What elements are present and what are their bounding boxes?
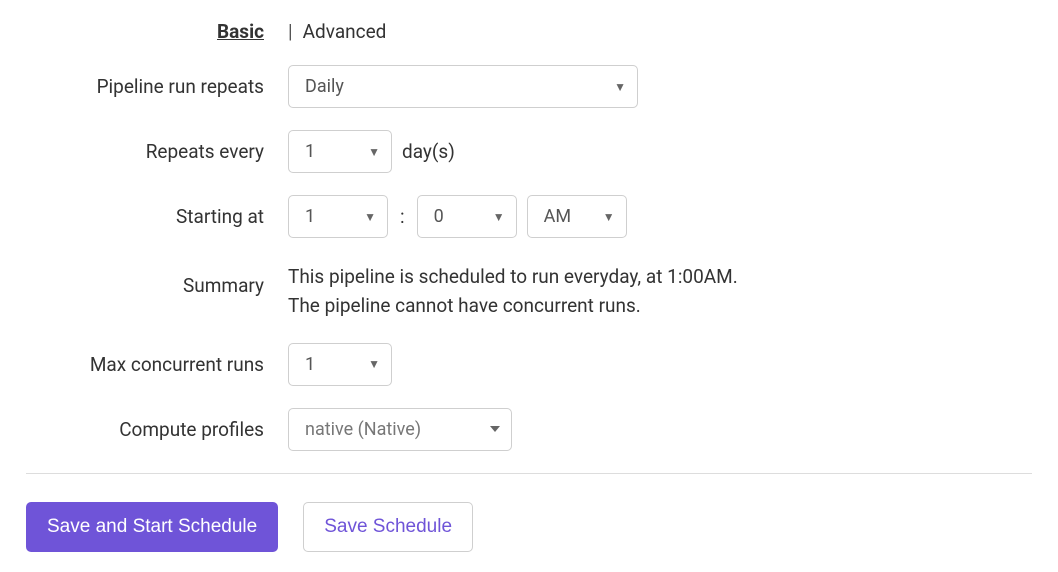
max-concurrent-select[interactable]: 1 bbox=[288, 343, 392, 386]
starting-minute-select[interactable]: 0 bbox=[417, 195, 517, 238]
summary-text: This pipeline is scheduled to run everyd… bbox=[288, 260, 738, 321]
summary-line-1: This pipeline is scheduled to run everyd… bbox=[288, 262, 738, 291]
label-summary: Summary bbox=[26, 260, 288, 297]
summary-line-2: The pipeline cannot have concurrent runs… bbox=[288, 291, 738, 320]
label-pipeline-run-repeats: Pipeline run repeats bbox=[26, 75, 288, 98]
tab-basic[interactable]: Basic bbox=[217, 20, 264, 43]
repeats-every-unit: day(s) bbox=[402, 140, 455, 163]
tab-advanced[interactable]: Advanced bbox=[303, 20, 387, 43]
label-compute-profiles: Compute profiles bbox=[26, 418, 288, 441]
label-repeats-every: Repeats every bbox=[26, 140, 288, 163]
divider bbox=[26, 473, 1032, 474]
save-schedule-button[interactable]: Save Schedule bbox=[303, 502, 473, 552]
time-separator: : bbox=[400, 205, 405, 228]
save-and-start-button[interactable]: Save and Start Schedule bbox=[26, 502, 278, 552]
label-starting-at: Starting at bbox=[26, 205, 288, 228]
tab-separator: | bbox=[288, 20, 293, 43]
repeats-every-select[interactable]: 1 bbox=[288, 130, 392, 173]
label-max-concurrent: Max concurrent runs bbox=[26, 353, 288, 376]
starting-ampm-select[interactable]: AM bbox=[527, 195, 627, 238]
compute-profiles-select[interactable]: native (Native) bbox=[288, 408, 512, 451]
starting-hour-select[interactable]: 1 bbox=[288, 195, 388, 238]
pipeline-run-repeats-select[interactable]: Daily bbox=[288, 65, 638, 108]
